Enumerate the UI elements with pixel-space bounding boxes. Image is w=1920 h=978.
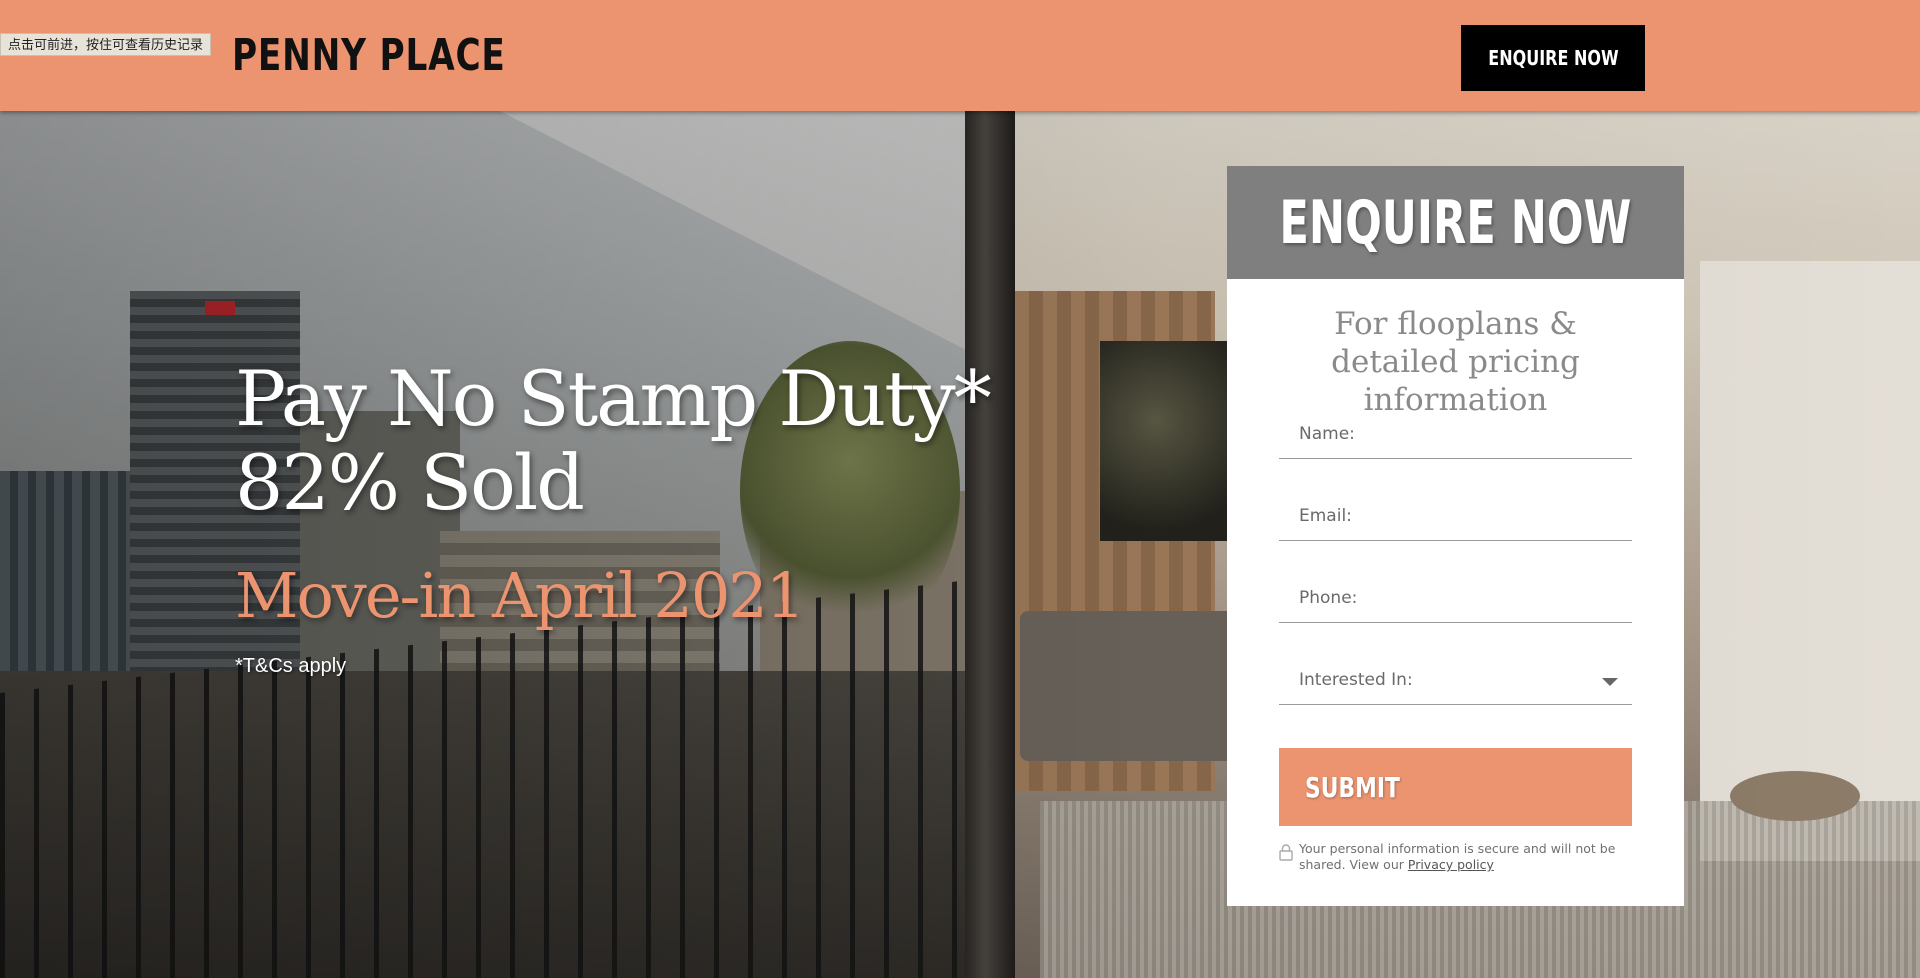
interested-in-select[interactable]: Interested In: (1279, 655, 1632, 705)
lock-icon (1279, 844, 1293, 861)
submit-label: SUBMIT (1305, 770, 1400, 804)
email-field (1279, 491, 1632, 541)
interested-in-label: Interested In: (1299, 669, 1413, 690)
email-input[interactable] (1279, 505, 1632, 526)
hero-headline-stamp-duty: Pay No Stamp Duty* (235, 354, 992, 443)
enquiry-form-subtitle: For flooplans & detailed pricing informa… (1331, 306, 1580, 418)
header-enquire-label: ENQUIRE NOW (1487, 46, 1619, 70)
header-enquire-button[interactable]: ENQUIRE NOW (1461, 25, 1645, 91)
brand-logo[interactable]: PENNY PLACE (232, 30, 506, 82)
name-input[interactable] (1279, 423, 1632, 444)
enquiry-form-card: ENQUIRE NOW For flooplans & detailed pri… (1227, 166, 1684, 906)
phone-input[interactable] (1279, 587, 1632, 608)
hero-copy: Pay No Stamp Duty* 82% Sold Move-in Apri… (235, 354, 992, 678)
hero-tcs-footnote: *T&Cs apply (235, 655, 347, 677)
submit-button[interactable]: SUBMIT (1279, 748, 1632, 826)
chevron-down-icon (1602, 677, 1618, 686)
site-header: 点击可前进，按住可查看历史记录 PENNY PLACE ENQUIRE NOW (0, 0, 1920, 111)
browser-history-tooltip: 点击可前进，按住可查看历史记录 (0, 33, 212, 56)
hero-move-in-date: Move-in April 2021 (235, 559, 805, 632)
privacy-notice: Your personal information is secure and … (1279, 841, 1632, 873)
enquiry-form-title: ENQUIRE NOW (1279, 187, 1632, 258)
privacy-policy-link[interactable]: Privacy policy (1408, 857, 1494, 872)
phone-field (1279, 573, 1632, 623)
enquiry-form-header: ENQUIRE NOW (1227, 166, 1684, 279)
name-field (1279, 409, 1632, 459)
hero-headline-sold: 82% Sold (235, 438, 585, 527)
